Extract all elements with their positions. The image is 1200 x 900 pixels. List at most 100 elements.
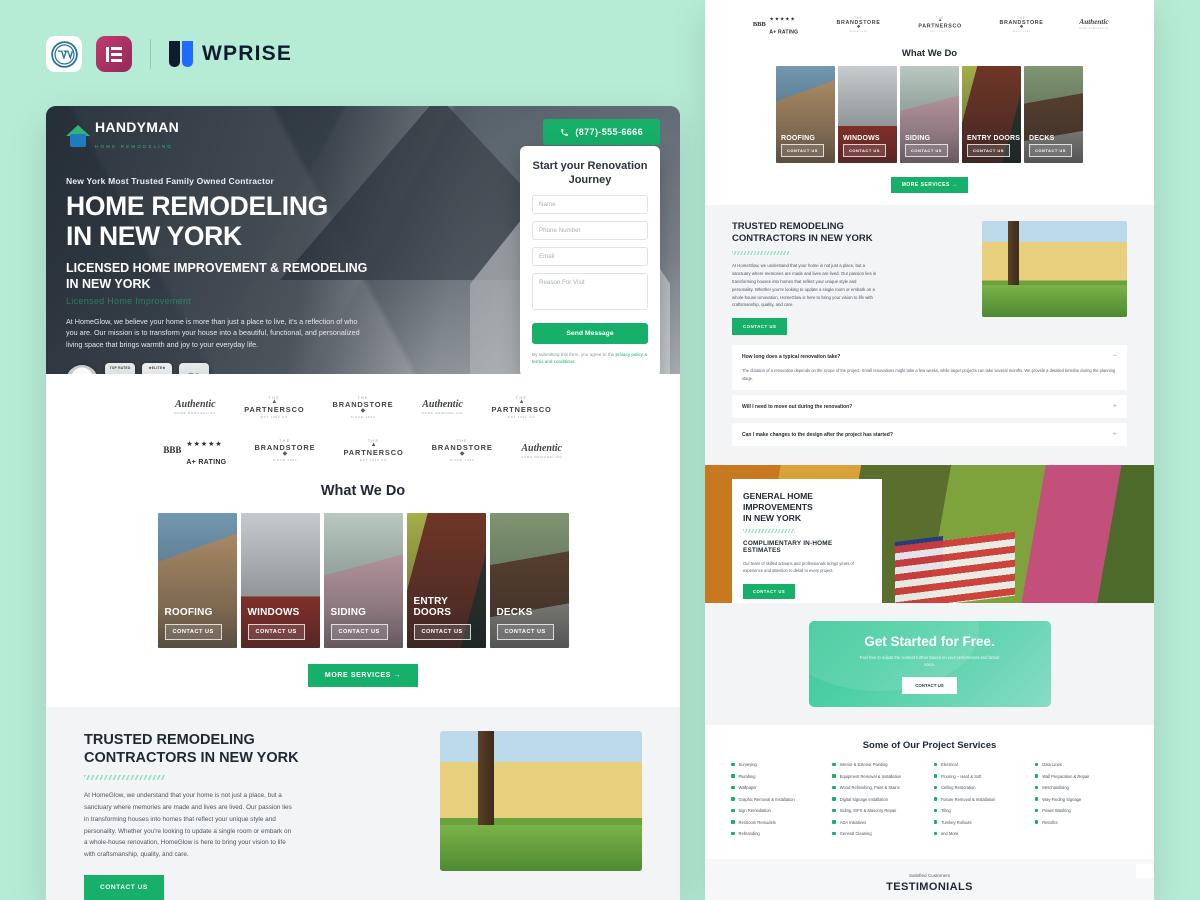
ghi-contact-button[interactable]: CONTACT US — [743, 583, 796, 599]
service-contact-button[interactable]: CONTACT US — [413, 623, 471, 640]
fine-print-mid: & — [643, 351, 648, 357]
cta-paragraph: Feel free to adjust the content further … — [859, 654, 1000, 667]
r-service-contact-button[interactable]: CONTACT US — [967, 144, 1010, 157]
service-list-item: Ceiling Restoration — [933, 785, 1027, 790]
r-service-card-roofing[interactable]: ROOFING CONTACT US — [776, 66, 835, 163]
bullet-icon — [1034, 774, 1039, 778]
service-contact-button[interactable]: CONTACT US — [247, 623, 305, 640]
name-input[interactable] — [532, 194, 648, 214]
site-logo-tagline: HOME REMODELING — [95, 144, 174, 149]
r-trusted-contact-button[interactable]: CONTACT US — [732, 318, 788, 336]
r-faq-item[interactable]: Will I need to move out during the renov… — [732, 395, 1127, 419]
partner-logos-section: Authentic HOME REMODELING THE ▲ PARTNERSCO E… — [46, 374, 680, 469]
bullet-icon — [832, 785, 836, 790]
service-list-item: Equipment Removal & Installation — [832, 774, 925, 779]
testimonials-title: TESTIMONIALS — [886, 880, 973, 893]
r-partner-logo: THE ▲ PARTNERSCO EST 1992 CO — [918, 15, 962, 33]
r-service-card-label: ROOFING — [781, 135, 816, 142]
r-trusted-divider — [732, 250, 790, 255]
general-improvements-section: GENERAL HOME IMPROVEMENTS IN NEW YORK CO… — [705, 465, 1154, 604]
trusted-paragraph: At HomeGlow, we understand that your hom… — [84, 792, 292, 859]
service-cards: ROOFING CONTACT US WINDOWS CONTACT US SIDI… — [46, 512, 680, 648]
trusted-house-image — [440, 730, 642, 871]
site-logo-name: HANDYMAN — [95, 119, 180, 135]
more-services-row: MORE SERVICES → — [46, 647, 680, 707]
partner-logo: THE BRANDSTORE ◆ SINCE 1993 — [332, 396, 394, 419]
service-card-decks[interactable]: DECKS CONTACT US — [489, 512, 569, 648]
r-service-card-decks[interactable]: DECKS CONTACT US — [1024, 66, 1083, 163]
partner-logo: Authentic HOME REMODELING — [174, 399, 216, 415]
r-faq-toggle-icon[interactable]: + — [1113, 403, 1117, 410]
r-bbb-stars: ★★★★★ — [769, 16, 796, 22]
r-faq-toggle-icon[interactable]: − — [1113, 353, 1117, 360]
trusted-heading-line1: TRUSTED REMODELING — [84, 731, 255, 748]
cta-heading: Get Started for Free. — [864, 633, 995, 649]
r-service-contact-button[interactable]: CONTACT US — [1029, 144, 1072, 157]
send-message-button[interactable]: Send Message — [532, 322, 648, 344]
ghi-divider — [743, 529, 795, 534]
r-faq-toggle-icon[interactable]: + — [1113, 431, 1117, 438]
r-partner-row: BBB ★★★★★ A+ RATING THE BRANDSTORE ◆ SINCE 1… — [705, 6, 1154, 42]
r-service-card-entry-doors[interactable]: ENTRY DOORS CONTACT US — [962, 66, 1021, 163]
phone-cta-button[interactable]: (877)-555-6666 — [543, 119, 660, 145]
service-list-item: Flooring – Hard & Soft — [933, 774, 1027, 779]
email-input[interactable] — [532, 246, 648, 266]
wprise-logo[interactable]: WPRISE — [169, 41, 292, 67]
r-faq-question: How long does a typical renovation take? — [742, 353, 841, 360]
r-more-services-button[interactable]: MORE SERVICES → — [890, 177, 969, 193]
hero-subheading-line1: LICENSED HOME IMPROVEMENT & REMODELING — [66, 261, 368, 276]
hero-paragraph: At HomeGlow, we believe your home is mor… — [66, 316, 360, 350]
r-faq-section: How long does a typical renovation take?… — [705, 335, 1154, 466]
get-started-banner: Get Started for Free. Feel free to adjus… — [808, 621, 1051, 708]
service-card-roofing[interactable]: ROOFING CONTACT US — [157, 512, 237, 648]
trust-badge-elite-service: ★ELITE★SERVICE — [142, 363, 172, 374]
service-list-item: Data Lines — [1034, 762, 1128, 767]
service-card-siding[interactable]: SIDING CONTACT US — [323, 512, 403, 648]
reason-textarea[interactable] — [532, 272, 648, 310]
hero-eyebrow: New York Most Trusted Family Owned Contr… — [66, 176, 274, 186]
trusted-heading: TRUSTED REMODELING CONTRACTORS IN NEW YO… — [84, 731, 420, 767]
r-faq-question: Will I need to move out during the renov… — [742, 403, 853, 410]
service-list-item: Sign Remediation — [731, 808, 824, 813]
r-service-card-label: ENTRY DOORS — [967, 135, 1021, 142]
partner-logo-name: PARTNERSCO — [491, 404, 552, 414]
wordpress-logo[interactable] — [46, 36, 82, 72]
service-contact-button[interactable]: CONTACT US — [496, 623, 554, 640]
r-service-contact-button[interactable]: CONTACT US — [781, 144, 824, 157]
r-more-services-row: MORE SERVICES → — [705, 163, 1154, 205]
service-contact-button[interactable]: CONTACT US — [330, 623, 388, 640]
service-card-label: ROOFING — [164, 606, 213, 618]
trusted-contact-button[interactable]: CONTACT US — [84, 875, 164, 900]
general-improvements-heading: GENERAL HOME IMPROVEMENTS IN NEW YORK — [743, 491, 871, 523]
r-trusted-section: TRUSTED REMODELING CONTRACTORS IN NEW YO… — [705, 205, 1154, 336]
elementor-icon — [105, 46, 123, 62]
bullet-icon — [1034, 820, 1039, 824]
privacy-policy-link[interactable]: privacy policy — [616, 352, 644, 357]
service-list-item: Restroom Remodels — [731, 820, 824, 825]
partner-logo: THE ▲ PARTNERSCO EST 1992 CO — [244, 396, 305, 419]
more-services-button[interactable]: MORE SERVICES → — [307, 663, 419, 687]
service-list-item: Retrofits — [1034, 820, 1128, 825]
r-faq-item[interactable]: How long does a typical renovation take?… — [732, 345, 1127, 391]
elementor-logo[interactable] — [96, 36, 132, 72]
form-title: Start your Renovation Journey — [532, 160, 648, 187]
bullet-icon — [1034, 785, 1039, 790]
bullet-icon — [832, 831, 836, 836]
service-card-windows[interactable]: WINDOWS CONTACT US — [240, 512, 320, 648]
bullet-icon — [933, 762, 937, 767]
r-partner-logo: THE BRANDSTORE ◆ SINCE 1993 — [999, 15, 1044, 33]
cta-contact-button[interactable]: CONTACT US — [902, 677, 957, 695]
bullet-icon — [832, 820, 836, 824]
project-services-columns: Surveying Plumbing Wallpaper Graphic Rem… — [731, 762, 1128, 843]
r-service-contact-button[interactable]: CONTACT US — [905, 144, 948, 157]
r-service-contact-button[interactable]: CONTACT US — [843, 144, 886, 157]
r-service-card-siding[interactable]: SIDING CONTACT US — [900, 66, 959, 163]
terms-link[interactable]: terms and conditions — [532, 359, 574, 364]
partner-row-1: Authentic HOME REMODELING THE ▲ PARTNERSCO E… — [46, 396, 680, 419]
hero-subheading: LICENSED HOME IMPROVEMENT & REMODELING I… — [66, 261, 426, 292]
service-card-entry-doors[interactable]: ENTRY DOORS CONTACT US — [406, 512, 486, 648]
r-service-card-windows[interactable]: WINDOWS CONTACT US — [838, 66, 897, 163]
service-contact-button[interactable]: CONTACT US — [164, 623, 222, 640]
phone-input[interactable] — [532, 220, 648, 240]
r-faq-item[interactable]: Can I make changes to the design after t… — [732, 423, 1127, 447]
